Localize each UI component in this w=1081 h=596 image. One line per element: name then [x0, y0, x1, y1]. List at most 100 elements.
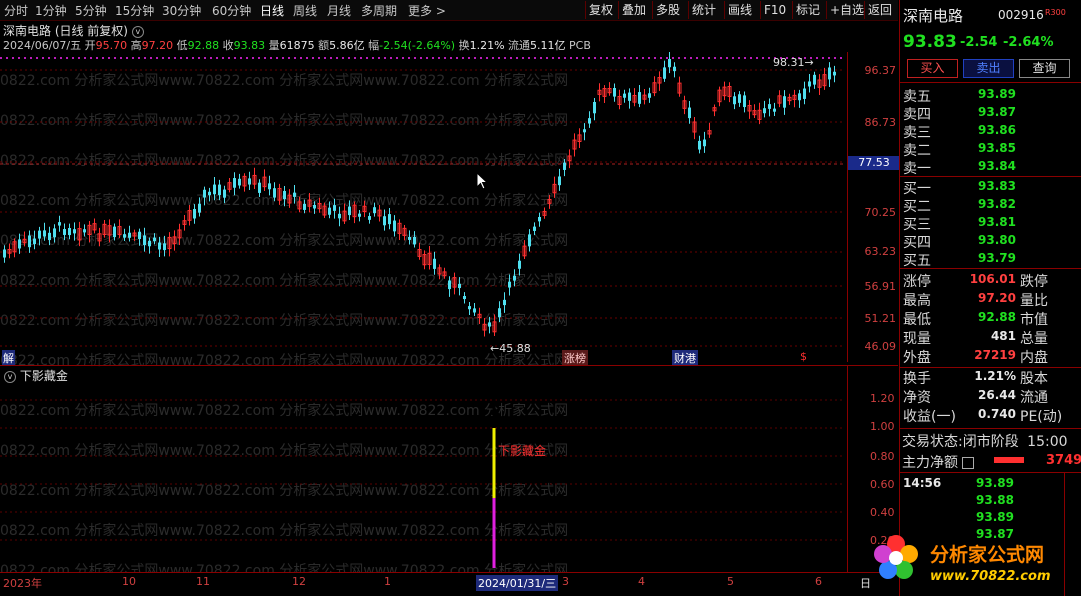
quote-row: 买四 93.80: [900, 232, 1081, 251]
candle-body: [203, 189, 206, 198]
period-tab[interactable]: 30分钟: [162, 2, 201, 19]
chevron-down-icon[interactable]: v: [131, 25, 144, 38]
quote-row: 涨停 106.01 跌停: [900, 271, 1081, 290]
candle-body: [623, 93, 626, 98]
draw-button[interactable]: 画线: [724, 1, 755, 19]
candle-body: [158, 242, 161, 250]
candle-body: [498, 308, 501, 318]
quote-row: 买一 93.83: [900, 178, 1081, 197]
fuquan-button[interactable]: 复权: [585, 1, 616, 19]
candle-body: [38, 230, 41, 239]
event-tag-jie[interactable]: 解: [2, 350, 15, 366]
quote-row: 买三 93.81: [900, 214, 1081, 233]
candle-body: [73, 229, 76, 234]
period-tab[interactable]: 15分钟: [115, 2, 154, 19]
candle-body: [743, 95, 746, 108]
quote-row-extra: 流通: [1020, 390, 1048, 406]
date-axis: 2023年 10 11 12 1 2024/01/31/三 3 4 5 6 日: [0, 572, 898, 591]
quote-row-extra: 内盘: [1020, 350, 1048, 366]
period-tab[interactable]: 5分钟: [75, 2, 107, 19]
price-change: -2.54: [960, 35, 998, 50]
candle-body: [63, 229, 66, 235]
list-icon[interactable]: [962, 457, 975, 469]
period-tab[interactable]: 多周期: [361, 2, 397, 19]
tick-row: 93.89: [976, 510, 1014, 524]
period-tab[interactable]: 1分钟: [35, 2, 67, 19]
candle-body: [48, 232, 51, 241]
candle-body: [583, 129, 586, 133]
quote-row-value: 93.81: [978, 215, 1016, 229]
current-price-tag: 77.53: [848, 156, 900, 170]
quote-row-label: 买三: [903, 217, 931, 233]
quote-row-extra: PE(动): [1020, 409, 1063, 425]
candle-body: [248, 178, 251, 185]
candle-body: [668, 58, 671, 68]
quote-panel: 深南电路 002916 R300 93.83 -2.54 -2.64% 买入 卖…: [874, 0, 1081, 596]
candle-body: [58, 222, 61, 226]
add-watchlist-button[interactable]: +自选: [826, 1, 867, 19]
period-tab[interactable]: 周线: [293, 2, 317, 19]
event-tag-zhangbang[interactable]: 涨榜: [562, 350, 588, 366]
candle-body: [113, 226, 116, 238]
period-tab-active[interactable]: 日线: [260, 2, 284, 19]
candle-body: [528, 234, 531, 247]
more-menu[interactable]: 更多 >: [408, 2, 446, 19]
quote-row-label: 外盘: [903, 350, 931, 366]
candle-body: [223, 189, 226, 198]
period-tab[interactable]: 分时: [4, 2, 28, 19]
stats-button[interactable]: 统计: [688, 1, 719, 19]
quote-row-value: 93.89: [978, 87, 1016, 101]
candle-body: [238, 178, 241, 186]
period-toolbar: 分时 1分钟 5分钟 15分钟 30分钟 60分钟 日线 周线 月线 多周期 更…: [0, 0, 898, 21]
period-tab[interactable]: 月线: [327, 2, 351, 19]
quote-row-label: 买四: [903, 235, 931, 251]
mark-button[interactable]: 标记: [792, 1, 823, 19]
indicator-chart[interactable]: [0, 368, 848, 572]
quote-row: 卖四 93.87: [900, 104, 1081, 123]
dividend-icon[interactable]: $: [800, 350, 807, 363]
low-annotation: ←45.88: [490, 342, 531, 355]
price-change-pct: -2.64%: [1003, 35, 1054, 50]
candle-body: [803, 88, 806, 99]
candle-body: [388, 214, 391, 225]
quote-row-label: 净资: [903, 390, 931, 406]
candlestick-chart[interactable]: [0, 52, 848, 364]
candle-body: [163, 243, 166, 251]
candle-body: [763, 108, 766, 114]
quote-row-label: 卖四: [903, 107, 931, 123]
candle-body: [613, 87, 616, 97]
quote-row: 现量 481 总量: [900, 328, 1081, 347]
quote-row-value: 93.83: [978, 179, 1016, 193]
event-tag-caigang[interactable]: 财港: [672, 350, 698, 366]
quote-row: 卖三 93.86: [900, 122, 1081, 141]
quote-row-value: 27219: [974, 348, 1016, 362]
candle-body: [303, 203, 306, 210]
quote-row-label: 最低: [903, 312, 931, 328]
back-button[interactable]: 返回: [864, 1, 895, 19]
buy-button[interactable]: 买入: [907, 59, 958, 78]
f10-button[interactable]: F10: [760, 1, 789, 19]
quote-row-label: 卖一: [903, 161, 931, 177]
quote-row-label: 最高: [903, 293, 931, 309]
period-tab[interactable]: 60分钟: [212, 2, 251, 19]
candle-body: [293, 192, 296, 197]
candle-body: [813, 74, 816, 85]
signal-label: 下影藏金: [498, 444, 547, 458]
sell-button[interactable]: 卖出: [963, 59, 1014, 78]
candle-body: [463, 296, 466, 300]
quote-row-label: 卖五: [903, 89, 931, 105]
candle-body: [473, 308, 476, 313]
query-button[interactable]: 查询: [1019, 59, 1070, 78]
quote-row-extra: 市值: [1020, 312, 1048, 328]
overlay-button[interactable]: 叠加: [618, 1, 649, 19]
quote-row-label: 买一: [903, 181, 931, 197]
quote-row-extra: 总量: [1020, 331, 1048, 347]
quote-row-label: 卖二: [903, 143, 931, 159]
quote-row-label: 卖三: [903, 125, 931, 141]
candle-body: [673, 66, 676, 72]
candle-body: [413, 236, 416, 245]
multi-stock-button[interactable]: 多股: [652, 1, 683, 19]
candle-body: [198, 203, 201, 213]
pane-divider: [0, 365, 898, 366]
date-crosshair-label: 2024/01/31/三: [476, 575, 559, 591]
